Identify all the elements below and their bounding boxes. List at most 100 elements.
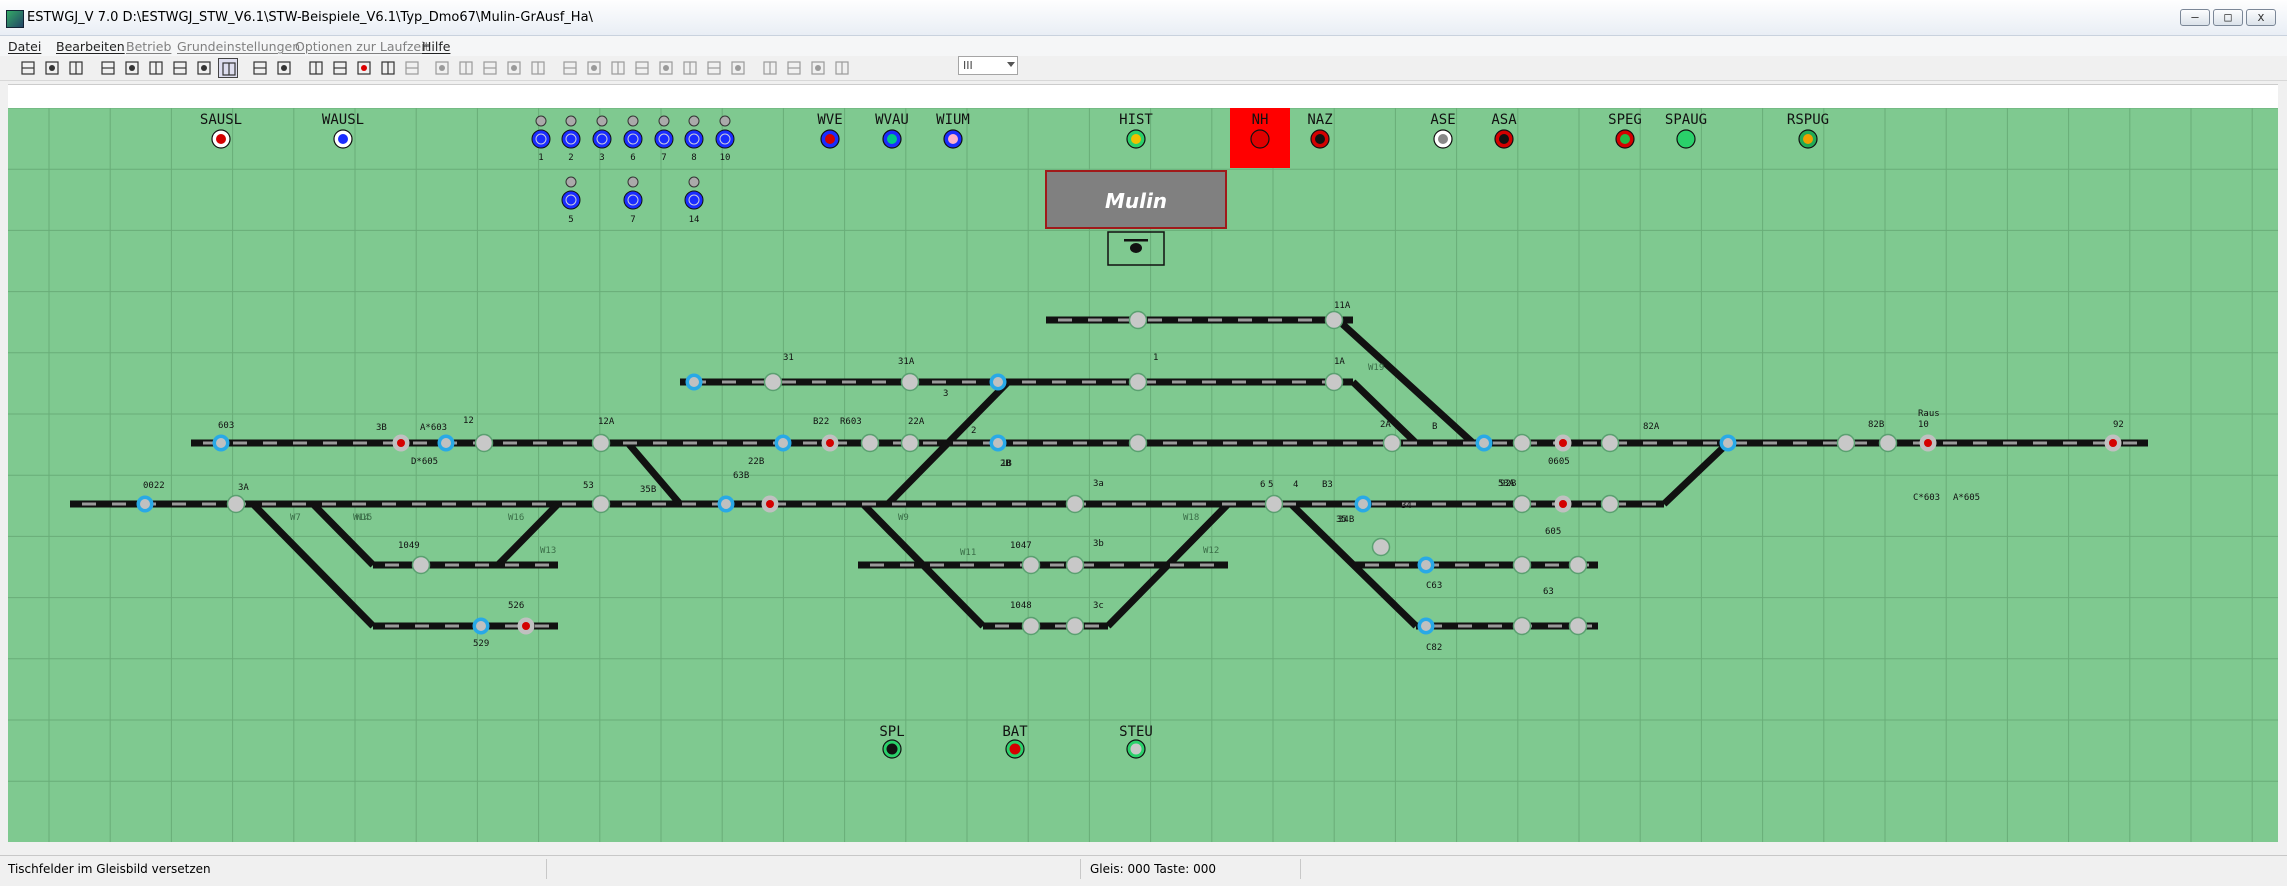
signal-19[interactable] (1475, 434, 1493, 452)
signal-44[interactable] (1512, 555, 1532, 575)
group-button-3[interactable] (592, 115, 612, 149)
signal-35[interactable] (1264, 494, 1284, 514)
track-board[interactable]: Mulin 603 12 12A 31 31A 1 11A 1A W19 W14… (8, 108, 2278, 842)
signal-15[interactable] (900, 433, 920, 453)
signal-12[interactable] (774, 434, 792, 452)
button-sausl[interactable] (211, 129, 231, 149)
signal-20[interactable] (1512, 433, 1532, 453)
cross2-icon[interactable] (728, 58, 748, 78)
button-spl[interactable] (882, 739, 902, 759)
mast3-icon[interactable] (528, 58, 548, 78)
list-icon[interactable] (560, 58, 580, 78)
group-button-row2-5[interactable] (561, 176, 581, 210)
signal-53[interactable] (1568, 616, 1588, 636)
signal-52[interactable] (1512, 616, 1532, 636)
button-nh[interactable] (1250, 129, 1270, 149)
grid-icon[interactable] (170, 58, 190, 78)
signal-0[interactable] (1324, 310, 1344, 330)
button-naz[interactable] (1310, 129, 1330, 149)
signal-41[interactable] (1021, 555, 1041, 575)
signal-14[interactable] (860, 433, 880, 453)
track-diagram[interactable]: Mulin 603 12 12A31 31A 111A1AW19W14W15 W… (8, 108, 2278, 842)
signal-38[interactable] (1554, 495, 1572, 513)
menu-optionen[interactable]: Optionen zur Laufzeit (295, 39, 429, 54)
gear2-icon[interactable] (608, 58, 628, 78)
box-n-icon[interactable] (456, 58, 476, 78)
menu-betrieb[interactable]: Betrieb (126, 39, 171, 54)
button-wium[interactable] (943, 129, 963, 149)
signal-43[interactable] (1417, 556, 1435, 574)
search-icon[interactable] (146, 58, 166, 78)
gear-icon[interactable] (584, 58, 604, 78)
signal-8[interactable] (212, 434, 230, 452)
signal-30[interactable] (226, 494, 246, 514)
signal-50[interactable] (1065, 616, 1085, 636)
group-button-8[interactable] (684, 115, 704, 149)
zoom-select[interactable]: III (958, 56, 1018, 75)
signal-36[interactable] (1354, 495, 1372, 513)
signal-45[interactable] (1568, 555, 1588, 575)
menu-hilfe[interactable]: Hilfe (422, 39, 450, 54)
signal-33[interactable] (761, 495, 779, 513)
signal-26[interactable] (1919, 434, 1937, 452)
signal-red-icon[interactable] (354, 58, 374, 78)
delete-icon[interactable] (194, 58, 214, 78)
signal-28[interactable] (392, 434, 410, 452)
signal-29[interactable] (136, 495, 154, 513)
button-wvau[interactable] (882, 129, 902, 149)
signal-47[interactable] (472, 617, 490, 635)
dot-icon[interactable] (760, 58, 780, 78)
signal-39[interactable] (1600, 494, 1620, 514)
open-icon[interactable] (42, 58, 62, 78)
signal-40[interactable] (411, 555, 431, 575)
signal-46[interactable] (1371, 537, 1391, 557)
new-icon[interactable] (18, 58, 38, 78)
signal-34[interactable] (1065, 494, 1085, 514)
menu-datei[interactable]: Datei (8, 39, 41, 54)
table-icon[interactable] (122, 58, 142, 78)
group-button-7[interactable] (654, 115, 674, 149)
save-icon[interactable] (66, 58, 86, 78)
signal-up-icon[interactable] (306, 58, 326, 78)
mast-icon[interactable] (480, 58, 500, 78)
button-ase[interactable] (1433, 129, 1453, 149)
switch3-icon[interactable] (680, 58, 700, 78)
signal-51[interactable] (1417, 617, 1435, 635)
stop-sign-icon[interactable] (402, 58, 422, 78)
signal-7[interactable] (685, 373, 703, 391)
signal-10[interactable] (474, 433, 494, 453)
group-button-10[interactable] (715, 115, 735, 149)
signal-3[interactable] (1128, 372, 1148, 392)
group-button-1[interactable] (531, 115, 551, 149)
button-wausl[interactable] (333, 129, 353, 149)
signal-31[interactable] (591, 494, 611, 514)
signal-6[interactable] (989, 373, 1007, 391)
signal-22[interactable] (1600, 433, 1620, 453)
select-icon[interactable] (218, 58, 238, 78)
button-speg[interactable] (1615, 129, 1635, 149)
button-hist[interactable] (1126, 129, 1146, 149)
dot3-icon[interactable] (808, 58, 828, 78)
menu-grundeinstellungen[interactable]: Grundeinstellungen (177, 39, 300, 54)
group-button-row2-14[interactable] (684, 176, 704, 210)
button-rspug[interactable] (1798, 129, 1818, 149)
signal-11[interactable] (591, 433, 611, 453)
button-asa[interactable] (1494, 129, 1514, 149)
signal-17[interactable] (1128, 433, 1148, 453)
group-button-row2-7[interactable] (623, 176, 643, 210)
signal-16[interactable] (989, 434, 1007, 452)
signal-24[interactable] (1836, 433, 1856, 453)
button-spaug[interactable] (1676, 129, 1696, 149)
signal-13[interactable] (821, 434, 839, 452)
signal-4[interactable] (763, 372, 783, 392)
button-wve[interactable] (820, 129, 840, 149)
dot2-icon[interactable] (784, 58, 804, 78)
group-button-6[interactable] (623, 115, 643, 149)
signal-1[interactable] (1324, 372, 1344, 392)
box-l-icon[interactable] (432, 58, 452, 78)
route-icon[interactable] (250, 58, 270, 78)
signal-green-icon[interactable] (378, 58, 398, 78)
button-bat[interactable] (1005, 739, 1025, 759)
close-button[interactable]: x (2246, 9, 2276, 26)
dot4-icon[interactable] (832, 58, 852, 78)
